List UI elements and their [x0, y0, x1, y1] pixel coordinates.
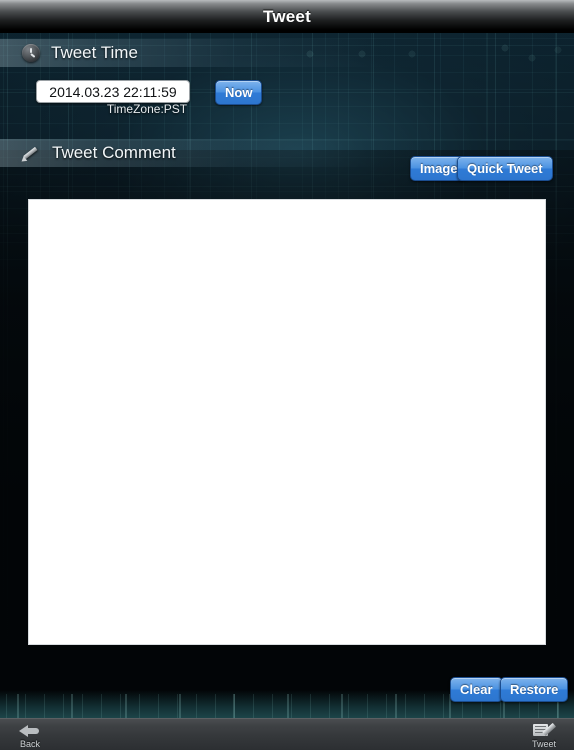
pencil-icon	[19, 144, 41, 164]
toolbar-tweet-label: Tweet	[531, 739, 556, 749]
back-arrow-icon	[19, 723, 41, 739]
toolbar-tweet-button[interactable]: Tweet	[514, 720, 574, 750]
section-header-tweet-time: Tweet Time	[0, 39, 430, 67]
section-title-tweet-time: Tweet Time	[51, 43, 138, 62]
section-header-tweet-comment: Tweet Comment	[0, 139, 430, 167]
section-title-tweet-comment: Tweet Comment	[52, 143, 176, 162]
clock-icon	[22, 44, 40, 62]
compose-icon	[533, 722, 556, 739]
tweet-time-input[interactable]: 2014.03.23 22:11:59	[36, 80, 190, 103]
clear-button[interactable]: Clear	[450, 677, 503, 702]
title-bar: Tweet	[0, 0, 574, 33]
bottom-toolbar: Back Tweet	[0, 718, 574, 750]
restore-button[interactable]: Restore	[500, 677, 569, 702]
page-title: Tweet	[263, 6, 311, 26]
tweet-comment-textarea[interactable]	[28, 199, 546, 645]
toolbar-back-label: Back	[19, 738, 40, 749]
app-root: Tweet Tweet Time 2014.03.23 22:11:59 Now…	[0, 0, 574, 750]
timezone-label: TimeZone:PST	[106, 102, 188, 116]
quick-tweet-button[interactable]: Quick Tweet	[457, 156, 553, 181]
toolbar-back-button[interactable]: Back	[0, 720, 60, 750]
